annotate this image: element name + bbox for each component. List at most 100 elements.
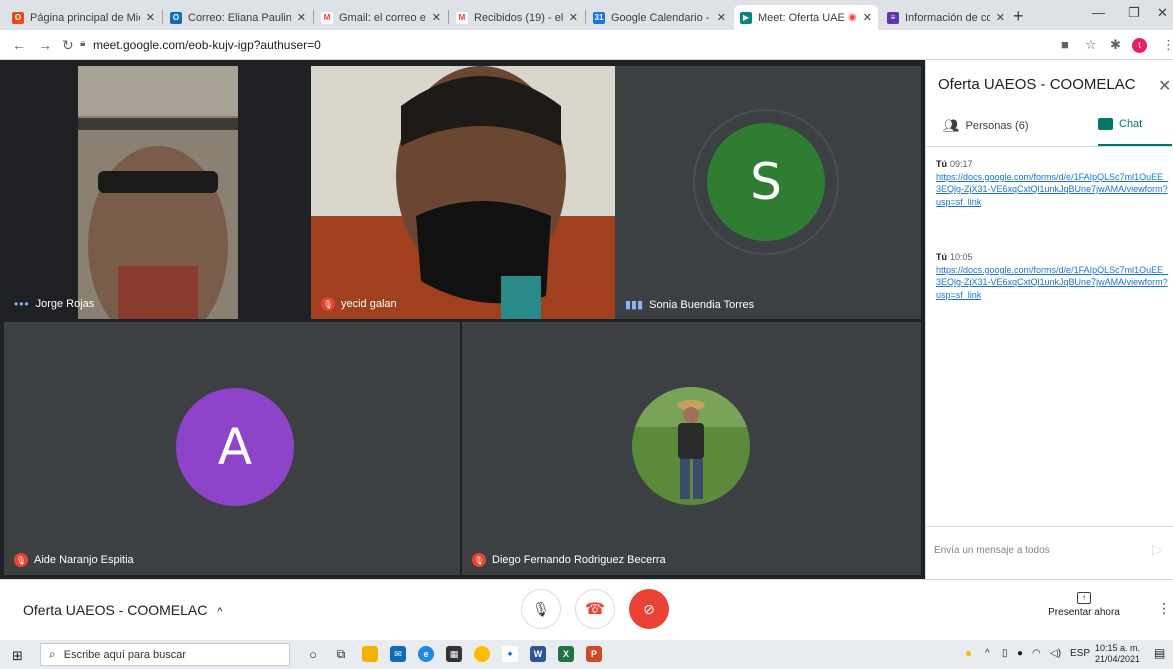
message-input[interactable]: Envía un mensaje a todos xyxy=(934,545,1050,556)
excel-icon[interactable]: X xyxy=(558,646,574,662)
tab-people[interactable]: 👥︎ Personas (6) xyxy=(943,118,1029,134)
meet-icon: ▶ xyxy=(740,11,752,24)
calendar-icon: 31 xyxy=(593,11,605,24)
profile-avatar[interactable]: t xyxy=(1132,38,1147,53)
address-bar: ← → ↻ 🔒︎ meet.google.com/eob-kujv-igp?au… xyxy=(0,30,1173,60)
meeting-details-button[interactable]: Oferta UAEOS - COOMELAC ^ xyxy=(23,602,222,618)
wifi-icon[interactable]: ◠ xyxy=(1032,648,1041,659)
participant-name-label: ▮▮▮ Sonia Buendia Torres xyxy=(625,298,755,312)
send-icon[interactable]: ▷ xyxy=(1152,541,1163,558)
participant-tile[interactable]: A 🎙︎ Aide Naranjo Espitia xyxy=(4,322,460,575)
gmail-icon: M xyxy=(321,11,333,24)
reload-icon[interactable]: ↻ xyxy=(62,37,74,54)
notification-app-icon[interactable]: ● xyxy=(965,646,972,660)
participant-tile[interactable]: ••• Jorge Rojas xyxy=(4,66,306,319)
lock-icon[interactable]: 🔒︎ xyxy=(80,38,85,49)
message-time: 10:05 xyxy=(950,252,973,262)
divider xyxy=(926,146,1173,147)
microphone-tray-icon[interactable]: ● xyxy=(1017,648,1023,659)
mail-icon[interactable]: ✉ xyxy=(390,646,406,662)
message-sender: Tú xyxy=(936,159,947,169)
browser-tab[interactable]: ≡ Información de contacto ✕ xyxy=(881,5,1011,30)
participant-tile[interactable]: S ▮▮▮ Sonia Buendia Torres xyxy=(615,66,921,319)
dropbox-icon[interactable]: ✦ xyxy=(502,646,518,662)
windows-start-icon[interactable]: ⊞ xyxy=(12,648,23,664)
browser-tab[interactable]: O Página principal de Micro ✕ xyxy=(6,5,161,30)
more-options-icon[interactable]: ⋮ xyxy=(1157,600,1171,617)
close-window-icon[interactable]: ✕ xyxy=(1157,5,1168,21)
action-center-icon[interactable]: ▤ xyxy=(1154,646,1165,660)
forward-icon[interactable]: → xyxy=(38,37,52,53)
message-link[interactable]: https://docs.google.com/forms/d/e/1FAIpQ… xyxy=(936,264,1172,302)
edge-icon[interactable]: e xyxy=(418,646,434,662)
powerpoint-icon[interactable]: P xyxy=(586,646,602,662)
audio-level-icon: ▮▮▮ xyxy=(625,299,644,311)
close-tab-icon[interactable]: ✕ xyxy=(717,11,726,24)
chevron-up-icon[interactable]: ^ xyxy=(985,648,990,659)
participant-tile[interactable]: 🎙︎ yecid galan xyxy=(311,66,615,319)
panel-title: Oferta UAEOS - COOMELAC xyxy=(938,76,1136,93)
mic-muted-icon: 🎙︎ xyxy=(14,553,28,567)
message-sender: Tú xyxy=(936,252,947,262)
meeting-controls: Oferta UAEOS - COOMELAC ^ 🎙︎ ☎︎ ⊘ ↑ Pres… xyxy=(0,579,1173,640)
camera-blocked-icon[interactable]: ■ xyxy=(1061,37,1069,52)
chat-panel: Oferta UAEOS - COOMELAC ✕ 👥︎ Personas (6… xyxy=(925,60,1173,579)
tab-chat[interactable]: Chat xyxy=(1098,118,1142,130)
close-tab-icon[interactable]: ✕ xyxy=(297,11,306,24)
avatar: A xyxy=(176,388,294,506)
browser-tab-active[interactable]: ▶ Meet: Oferta UAEOS ◉ ✕ xyxy=(734,5,878,30)
participant-name-label: 🎙︎ yecid galan xyxy=(321,297,397,311)
language-indicator[interactable]: ESP xyxy=(1070,648,1090,659)
people-icon: 👥︎ xyxy=(943,118,960,133)
taskbar-search-input[interactable]: ⌕ Escribe aquí para buscar xyxy=(40,643,290,666)
close-tab-icon[interactable]: ✕ xyxy=(569,11,578,24)
more-options-icon[interactable]: ••• xyxy=(14,297,30,311)
browser-menu-icon[interactable]: ⋮ xyxy=(1162,37,1173,53)
cortana-icon[interactable]: ○ xyxy=(305,646,321,662)
leave-call-button[interactable]: ☎︎ xyxy=(575,589,615,629)
participant-video xyxy=(78,66,238,319)
chat-message: Tú 09:17 https://docs.google.com/forms/d/… xyxy=(936,158,1172,208)
participant-name-label: ••• Jorge Rojas xyxy=(14,297,95,311)
tab-divider xyxy=(448,10,449,24)
close-tab-icon[interactable]: ✕ xyxy=(432,11,441,24)
chat-message: Tú 10:05 https://docs.google.com/forms/d/… xyxy=(936,251,1172,301)
message-link[interactable]: https://docs.google.com/forms/d/e/1FAIpQ… xyxy=(936,171,1172,209)
chrome-icon[interactable] xyxy=(474,646,490,662)
participant-photo xyxy=(632,387,750,505)
participant-tile[interactable]: 🎙︎ Diego Fernando Rodriguez Becerra xyxy=(462,322,921,575)
volume-icon[interactable]: ◁) xyxy=(1050,648,1061,659)
file-explorer-icon[interactable] xyxy=(362,646,378,662)
task-view-icon[interactable]: ⧉ xyxy=(333,646,349,662)
bookmark-star-icon[interactable]: ☆ xyxy=(1085,37,1097,53)
new-tab-button[interactable]: + xyxy=(1013,6,1024,27)
close-tab-icon[interactable]: ✕ xyxy=(863,11,872,24)
battery-icon[interactable]: ▯ xyxy=(1002,648,1008,659)
store-icon[interactable]: ▦ xyxy=(446,646,462,662)
url-field[interactable]: meet.google.com/eob-kujv-igp?authuser=0 xyxy=(93,38,321,52)
browser-tab[interactable]: 31 Google Calendario - mié ✕ xyxy=(587,5,732,30)
present-now-button[interactable]: ↑ Presentar ahora xyxy=(1040,592,1128,618)
participant-name-label: 🎙︎ Diego Fernando Rodriguez Becerra xyxy=(472,553,666,567)
close-tab-icon[interactable]: ✕ xyxy=(996,11,1005,24)
message-composer: Envía un mensaje a todos ▷ xyxy=(926,526,1173,579)
camera-button[interactable]: ⊘ xyxy=(629,589,669,629)
extensions-icon[interactable]: ✱ xyxy=(1110,37,1121,53)
forms-icon: ≡ xyxy=(887,11,899,24)
back-icon[interactable]: ← xyxy=(12,37,26,53)
restore-icon[interactable]: ❐ xyxy=(1128,5,1140,21)
close-icon[interactable]: ✕ xyxy=(1158,76,1171,96)
word-icon[interactable]: W xyxy=(530,646,546,662)
gmail-icon: M xyxy=(456,11,468,24)
mic-muted-icon: 🎙︎ xyxy=(321,297,335,311)
browser-tab[interactable]: M Recibidos (19) - elianasa ✕ xyxy=(450,5,584,30)
search-icon: ⌕ xyxy=(49,647,56,661)
minimize-icon[interactable]: — xyxy=(1092,5,1105,20)
browser-tab[interactable]: M Gmail: el correo electróni ✕ xyxy=(315,5,447,30)
camera-off-icon: ⊘ xyxy=(643,600,655,617)
browser-tab[interactable]: O Correo: Eliana Paulina Sa ✕ xyxy=(164,5,312,30)
close-tab-icon[interactable]: ✕ xyxy=(146,11,155,24)
system-clock[interactable]: 10:15 a. m. 21/04/2021 xyxy=(1095,643,1140,665)
message-time: 09:17 xyxy=(950,159,973,169)
microphone-button[interactable]: 🎙︎ xyxy=(521,589,561,629)
